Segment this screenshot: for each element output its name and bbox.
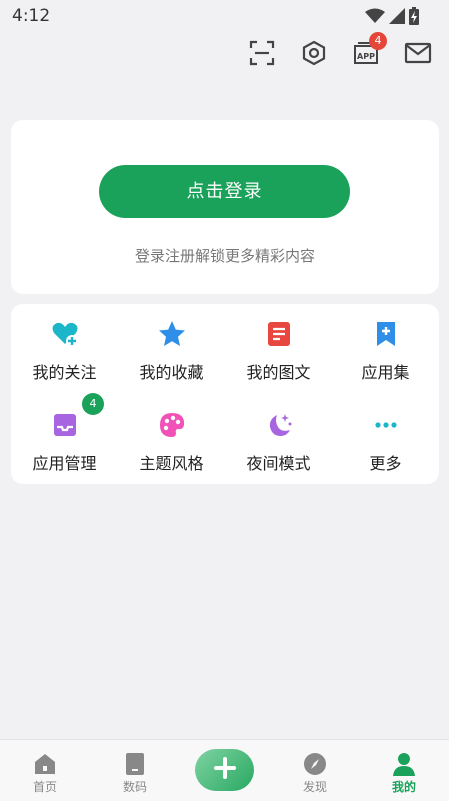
- battery-icon: [409, 7, 419, 29]
- status-icons: [365, 7, 419, 29]
- person-icon: [392, 752, 416, 776]
- settings-icon: [301, 40, 327, 70]
- more-dots-icon: [372, 411, 400, 439]
- settings-button[interactable]: [299, 40, 329, 70]
- grid-item-night-mode[interactable]: 夜间模式: [225, 395, 332, 475]
- bookmark-plus-icon: [372, 320, 400, 348]
- tab-discover[interactable]: 发现: [270, 740, 360, 801]
- inbox-icon: [51, 411, 79, 439]
- grid-item-favorites[interactable]: 我的收藏: [118, 304, 225, 384]
- app-badge: 4: [369, 32, 387, 50]
- grid-item-app-collection[interactable]: 应用集: [332, 304, 439, 384]
- grid-item-label: 应用管理: [32, 454, 97, 473]
- tab-label: 我的: [391, 780, 416, 794]
- top-action-bar: APP 4: [247, 32, 433, 70]
- grid-item-label: 应用集: [361, 363, 410, 382]
- tab-mine[interactable]: 我的: [359, 740, 449, 801]
- tab-label: 数码: [122, 780, 147, 794]
- grid-item-label: 我的收藏: [139, 363, 204, 382]
- tab-home[interactable]: 首页: [0, 740, 90, 801]
- grid-item-label: 我的图文: [246, 363, 311, 382]
- login-hint: 登录注册解锁更多精彩内容: [134, 247, 315, 265]
- grid-item-label: 我的关注: [32, 363, 97, 382]
- grid-item-articles[interactable]: 我的图文: [225, 304, 332, 384]
- login-card: 点击登录 登录注册解锁更多精彩内容: [11, 120, 439, 294]
- scan-button[interactable]: [247, 40, 277, 70]
- status-bar: 4:12: [0, 0, 449, 34]
- phone-icon: [123, 752, 147, 776]
- mail-icon: [404, 42, 432, 68]
- article-icon: [265, 320, 293, 348]
- svg-text:APP: APP: [357, 52, 375, 61]
- grid-item-label: 夜间模式: [246, 454, 311, 473]
- login-button[interactable]: 点击登录: [99, 165, 350, 218]
- tab-label: 发现: [302, 780, 327, 794]
- app-manage-badge: 4: [82, 393, 104, 415]
- app-button[interactable]: APP 4: [351, 32, 387, 70]
- scan-icon: [249, 40, 275, 70]
- grid-item-label: 更多: [369, 454, 402, 473]
- star-icon: [158, 320, 186, 348]
- status-time: 4:12: [12, 6, 51, 26]
- tab-label: 首页: [32, 780, 57, 794]
- signal-icon: [389, 8, 405, 28]
- mail-button[interactable]: [403, 40, 433, 70]
- plus-icon: [213, 757, 236, 783]
- home-icon: [33, 752, 57, 776]
- compass-icon: [303, 752, 327, 776]
- palette-icon: [158, 411, 186, 439]
- heart-plus-icon: [51, 320, 79, 348]
- grid-item-label: 主题风格: [139, 454, 204, 473]
- grid-item-follow[interactable]: 我的关注: [11, 304, 118, 384]
- wifi-icon: [365, 8, 385, 28]
- grid-item-more[interactable]: 更多: [332, 395, 439, 475]
- grid-item-theme[interactable]: 主题风格: [118, 395, 225, 475]
- grid-item-app-manage[interactable]: 4 应用管理: [11, 393, 118, 475]
- tab-digital[interactable]: 数码: [90, 740, 180, 801]
- add-post-button[interactable]: [195, 749, 254, 791]
- feature-grid: 我的关注 我的收藏 我的图文 应用集 4 应用管理 主题风格 夜间模式 更多: [11, 304, 439, 484]
- moon-stars-icon: [265, 411, 293, 439]
